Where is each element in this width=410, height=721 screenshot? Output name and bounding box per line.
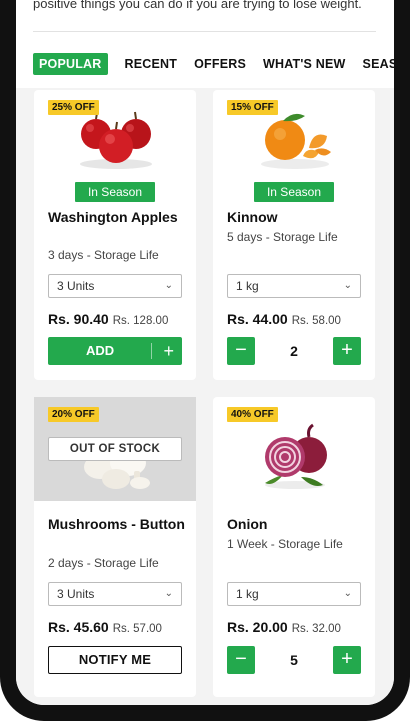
in-season-badge: In Season — [254, 182, 334, 202]
onion-image — [265, 423, 327, 489]
mrp-price: Rs. 32.00 — [291, 623, 341, 635]
unit-select[interactable]: 3 Units ⌄ — [48, 582, 182, 606]
unit-select[interactable]: 3 Units ⌄ — [48, 274, 182, 298]
storage-life: 1 Week - Storage Life — [227, 537, 343, 551]
intro-text: positive things you can do if you are tr… — [33, 0, 362, 11]
storage-life: 5 days - Storage Life — [227, 230, 338, 244]
phone-frame: positive things you can do if you are tr… — [0, 0, 410, 721]
product-name: Mushrooms - Button — [48, 516, 185, 532]
sale-price: Rs. 45.60 — [48, 619, 109, 635]
product-image-area: 15% OFF — [213, 90, 375, 194]
discount-badge: 20% OFF — [48, 407, 99, 422]
tab-whats-new[interactable]: WHAT'S NEW — [263, 57, 346, 71]
minus-icon[interactable]: − — [227, 337, 255, 365]
product-card-onion[interactable]: 40% OFF Onion 1 Week - Storage Life 1 kg… — [213, 397, 375, 697]
price-block: Rs. 45.60 Rs. 57.00 — [48, 619, 162, 635]
product-card-apples[interactable]: 25% OFF In Season Washington Apples 3 da… — [34, 90, 196, 380]
discount-badge: 40% OFF — [227, 407, 278, 422]
product-card-kinnow[interactable]: 15% OFF In Season Kinnow 5 days - Storag… — [213, 90, 375, 380]
unit-select-value: 3 Units — [57, 587, 95, 601]
quantity-value: 2 — [290, 343, 298, 359]
quantity-value: 5 — [290, 652, 298, 668]
add-button-label: ADD — [86, 343, 115, 358]
plus-icon[interactable]: + — [333, 646, 361, 674]
product-image-area: 25% OFF — [34, 90, 196, 194]
apples-image — [80, 111, 152, 169]
chevron-down-icon: ⌄ — [343, 280, 352, 291]
divider — [151, 343, 152, 359]
storage-life: 3 days - Storage Life — [48, 248, 159, 262]
chevron-down-icon: ⌄ — [343, 588, 352, 599]
mrp-price: Rs. 58.00 — [291, 315, 341, 327]
minus-icon[interactable]: − — [227, 646, 255, 674]
unit-select[interactable]: 1 kg ⌄ — [227, 274, 361, 298]
plus-icon[interactable]: + — [333, 337, 361, 365]
plus-icon: + — [163, 341, 174, 361]
divider — [33, 31, 376, 32]
mrp-price: Rs. 57.00 — [112, 623, 162, 635]
tab-recent[interactable]: RECENT — [125, 57, 178, 71]
sale-price: Rs. 20.00 — [227, 619, 288, 635]
product-image-area: 40% OFF — [213, 397, 375, 501]
tab-popular[interactable]: POPULAR — [33, 53, 108, 75]
unit-select-value: 3 Units — [57, 279, 95, 293]
add-button[interactable]: ADD + — [48, 337, 182, 365]
mrp-price: Rs. 128.00 — [112, 315, 169, 327]
tab-seasonal[interactable]: SEASO — [363, 57, 394, 71]
unit-select[interactable]: 1 kg ⌄ — [227, 582, 361, 606]
price-block: Rs. 44.00 Rs. 58.00 — [227, 311, 341, 327]
discount-badge: 15% OFF — [227, 100, 278, 115]
tab-offers[interactable]: OFFERS — [194, 57, 246, 71]
product-image-area: 20% OFF OUT OF STOCK — [34, 397, 196, 501]
price-block: Rs. 20.00 Rs. 32.00 — [227, 619, 341, 635]
chevron-down-icon: ⌄ — [164, 280, 173, 291]
screen: positive things you can do if you are tr… — [16, 0, 394, 705]
storage-life: 2 days - Storage Life — [48, 556, 159, 570]
product-name: Washington Apples — [48, 209, 178, 225]
chevron-down-icon: ⌄ — [164, 588, 173, 599]
kinnow-image — [261, 113, 331, 169]
category-tabs: POPULAR RECENT OFFERS WHAT'S NEW SEASO — [33, 53, 394, 75]
sale-price: Rs. 90.40 — [48, 311, 109, 327]
discount-badge: 25% OFF — [48, 100, 99, 115]
sale-price: Rs. 44.00 — [227, 311, 288, 327]
product-name: Onion — [227, 516, 268, 532]
product-name: Kinnow — [227, 209, 278, 225]
quantity-stepper: − 5 + — [227, 646, 361, 674]
unit-select-value: 1 kg — [236, 587, 259, 601]
unit-select-value: 1 kg — [236, 279, 259, 293]
in-season-badge: In Season — [75, 182, 155, 202]
out-of-stock-label: OUT OF STOCK — [48, 437, 182, 461]
quantity-stepper: − 2 + — [227, 337, 361, 365]
product-card-mushrooms[interactable]: 20% OFF OUT OF STOCK Mushrooms - Button … — [34, 397, 196, 697]
intro-section: positive things you can do if you are tr… — [16, 0, 394, 88]
price-block: Rs. 90.40 Rs. 128.00 — [48, 311, 168, 327]
notify-me-button[interactable]: NOTIFY ME — [48, 646, 182, 674]
